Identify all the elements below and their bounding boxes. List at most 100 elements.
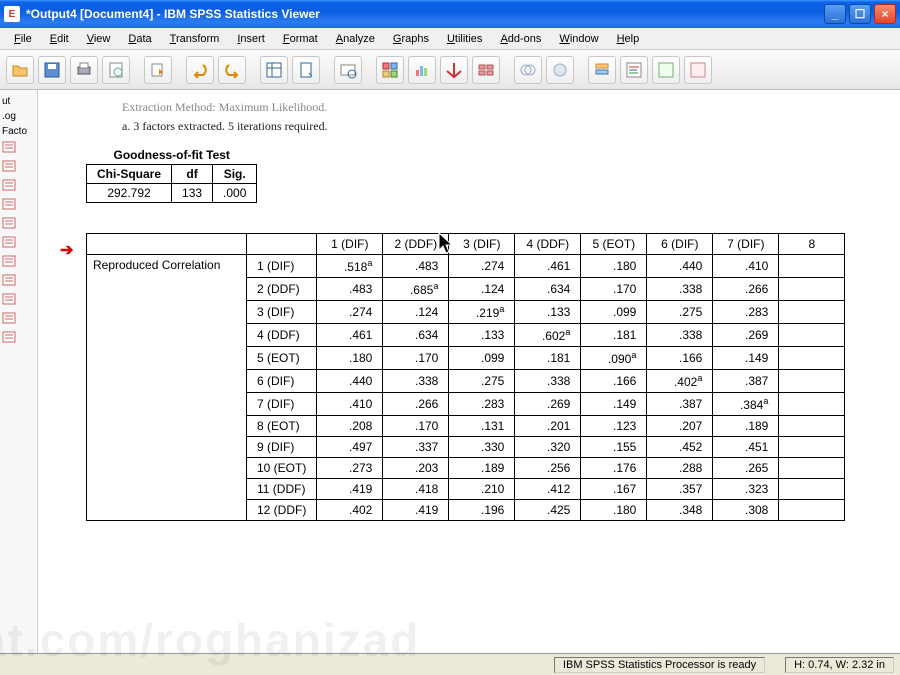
repro-cell: .273 bbox=[317, 458, 383, 479]
repro-cell: .170 bbox=[383, 347, 449, 370]
designate-icon[interactable] bbox=[588, 56, 616, 84]
insert-icon[interactable] bbox=[440, 56, 468, 84]
print-preview-icon[interactable] bbox=[102, 56, 130, 84]
repro-cell: .338 bbox=[647, 324, 713, 347]
reproduced-correlation-table[interactable]: 1 (DIF)2 (DDF)3 (DIF)4 (DDF)5 (EOT)6 (DI… bbox=[86, 233, 845, 521]
repro-row-label: 8 (EOT) bbox=[247, 416, 317, 437]
outline-item-icon[interactable] bbox=[0, 196, 37, 215]
menu-analyze[interactable]: Analyze bbox=[328, 31, 383, 47]
repro-row-label: 11 (DDF) bbox=[247, 479, 317, 500]
repro-cell: .410 bbox=[713, 255, 779, 278]
print-icon[interactable] bbox=[70, 56, 98, 84]
repro-cell: .402 bbox=[317, 500, 383, 521]
repro-cell: .166 bbox=[581, 370, 647, 393]
repro-cell bbox=[779, 393, 845, 416]
repro-cell bbox=[779, 416, 845, 437]
outline-item-icon[interactable] bbox=[0, 253, 37, 272]
gof-title: Goodness-of-fit Test bbox=[87, 146, 257, 165]
repro-cell: .461 bbox=[317, 324, 383, 347]
repro-cell: .099 bbox=[581, 301, 647, 324]
menu-transform[interactable]: Transform bbox=[162, 31, 228, 47]
variables-icon[interactable] bbox=[334, 56, 362, 84]
options-icon[interactable] bbox=[684, 56, 712, 84]
repro-row-label: 4 (DDF) bbox=[247, 324, 317, 347]
footnote-text: a. 3 factors extracted. 5 iterations req… bbox=[122, 119, 362, 134]
repro-row-label: 2 (DDF) bbox=[247, 278, 317, 301]
open-icon[interactable] bbox=[6, 56, 34, 84]
menu-add-ons[interactable]: Add-ons bbox=[492, 31, 549, 47]
menu-window[interactable]: Window bbox=[551, 31, 606, 47]
repro-cell: .410 bbox=[317, 393, 383, 416]
outline-node[interactable]: ut bbox=[0, 94, 37, 109]
goodness-of-fit-table[interactable]: Goodness-of-fit Test Chi-Square df Sig. … bbox=[86, 146, 257, 203]
chart-icon[interactable] bbox=[408, 56, 436, 84]
repro-cell: .483 bbox=[317, 278, 383, 301]
repro-cell: .269 bbox=[713, 324, 779, 347]
outline-item-icon[interactable] bbox=[0, 139, 37, 158]
repro-cell: .418 bbox=[383, 479, 449, 500]
syntax-icon[interactable] bbox=[620, 56, 648, 84]
repro-cell: .283 bbox=[449, 393, 515, 416]
menu-utilities[interactable]: Utilities bbox=[439, 31, 490, 47]
redo-icon[interactable] bbox=[218, 56, 246, 84]
outline-item-icon[interactable] bbox=[0, 329, 37, 348]
repro-cell bbox=[779, 255, 845, 278]
outline-item-icon[interactable] bbox=[0, 234, 37, 253]
outline-item-icon[interactable] bbox=[0, 158, 37, 177]
repro-cell: .208 bbox=[317, 416, 383, 437]
repro-cell: .133 bbox=[449, 324, 515, 347]
menu-file[interactable]: File bbox=[6, 31, 40, 47]
save-icon[interactable] bbox=[38, 56, 66, 84]
outline-node[interactable]: .og bbox=[0, 109, 37, 124]
outline-item-icon[interactable] bbox=[0, 177, 37, 196]
gof-header-chisq: Chi-Square bbox=[87, 165, 172, 184]
menu-view[interactable]: View bbox=[79, 31, 119, 47]
script-icon[interactable] bbox=[652, 56, 680, 84]
outline-pane[interactable]: ut.ogFacto bbox=[0, 90, 38, 653]
minimize-button[interactable]: _ bbox=[824, 4, 846, 24]
output-viewer[interactable]: Extraction Method: Maximum Likelihood. a… bbox=[38, 90, 900, 653]
menu-edit[interactable]: Edit bbox=[42, 31, 77, 47]
repro-cell: .387 bbox=[647, 393, 713, 416]
gof-header-sig: Sig. bbox=[213, 165, 257, 184]
repro-cell: .412 bbox=[515, 479, 581, 500]
outline-item-icon[interactable] bbox=[0, 272, 37, 291]
repro-cell: .685a bbox=[383, 278, 449, 301]
repro-cell: .330 bbox=[449, 437, 515, 458]
menu-data[interactable]: Data bbox=[120, 31, 159, 47]
close-button[interactable]: × bbox=[874, 4, 896, 24]
goto-case-icon[interactable] bbox=[292, 56, 320, 84]
select-last-icon[interactable] bbox=[376, 56, 404, 84]
repro-cell bbox=[779, 479, 845, 500]
repro-cell: .384a bbox=[713, 393, 779, 416]
outline-item-icon[interactable] bbox=[0, 291, 37, 310]
repro-cell: .176 bbox=[581, 458, 647, 479]
repro-cell: .201 bbox=[515, 416, 581, 437]
menu-graphs[interactable]: Graphs bbox=[385, 31, 437, 47]
undo-icon[interactable] bbox=[186, 56, 214, 84]
maximize-button[interactable]: ☐ bbox=[849, 4, 871, 24]
repro-cell: .275 bbox=[449, 370, 515, 393]
circles2-icon[interactable] bbox=[546, 56, 574, 84]
repro-cell: .256 bbox=[515, 458, 581, 479]
repro-cell: .425 bbox=[515, 500, 581, 521]
menu-format[interactable]: Format bbox=[275, 31, 326, 47]
repro-cell: .323 bbox=[713, 479, 779, 500]
outline-node[interactable]: Facto bbox=[0, 124, 37, 139]
repro-cell: .402a bbox=[647, 370, 713, 393]
repro-row-label: 6 (DIF) bbox=[247, 370, 317, 393]
circles1-icon[interactable] bbox=[514, 56, 542, 84]
goto-data-icon[interactable] bbox=[260, 56, 288, 84]
repro-cell: .269 bbox=[515, 393, 581, 416]
repro-cell: .634 bbox=[383, 324, 449, 347]
menu-insert[interactable]: Insert bbox=[229, 31, 273, 47]
menu-help[interactable]: Help bbox=[609, 31, 648, 47]
outline-item-icon[interactable] bbox=[0, 215, 37, 234]
window-title: *Output4 [Document4] - IBM SPSS Statisti… bbox=[26, 7, 824, 21]
selection-arrow-icon: ➔ bbox=[60, 240, 73, 260]
export-icon[interactable] bbox=[144, 56, 172, 84]
repro-cell: .483 bbox=[383, 255, 449, 278]
extraction-method-text: Extraction Method: Maximum Likelihood. bbox=[122, 100, 890, 115]
pivot-icon[interactable] bbox=[472, 56, 500, 84]
outline-item-icon[interactable] bbox=[0, 310, 37, 329]
